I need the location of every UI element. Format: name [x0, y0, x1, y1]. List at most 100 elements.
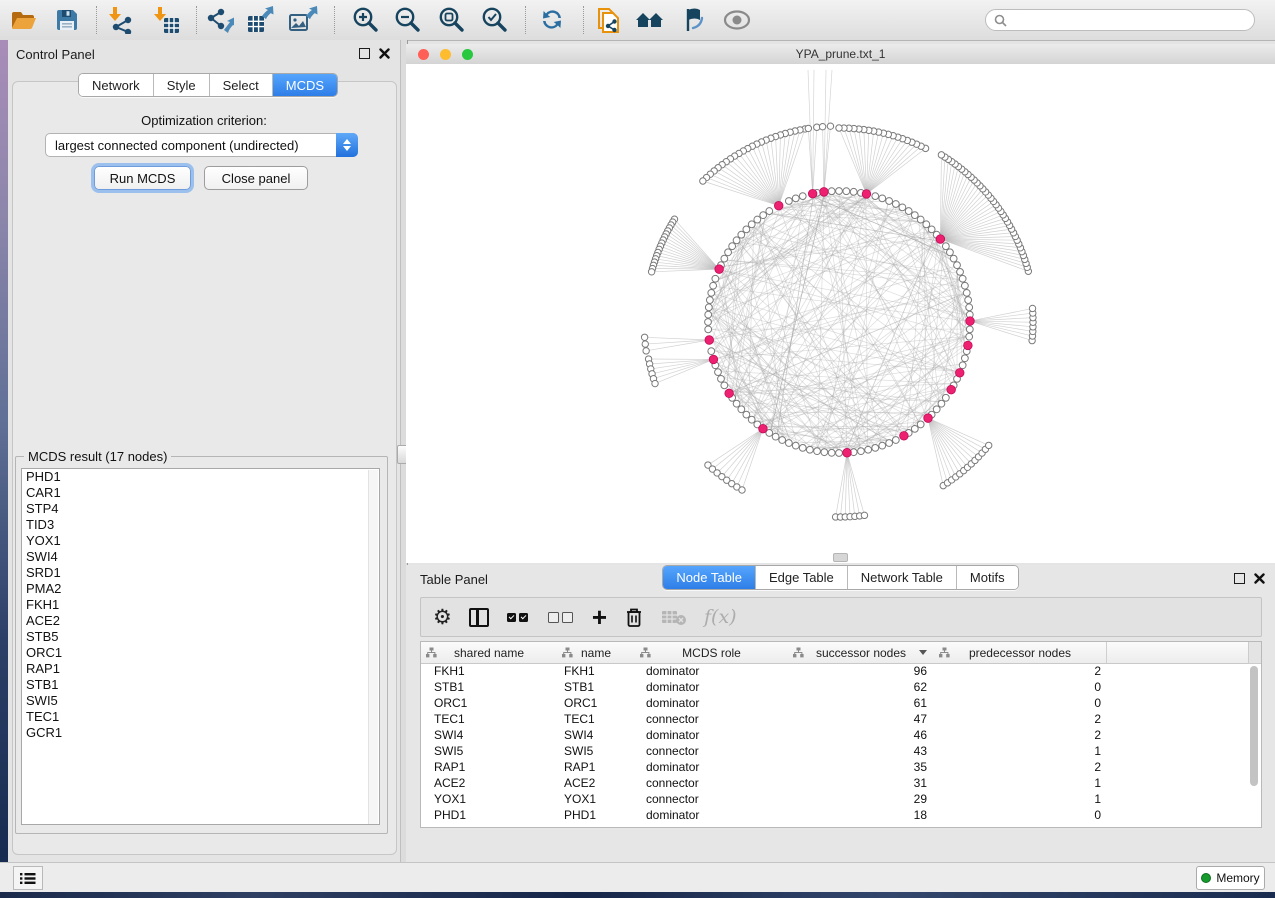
- zoom-fit-icon[interactable]: [436, 5, 466, 35]
- network-node[interactable]: [947, 249, 954, 256]
- close-table-panel-icon[interactable]: [1254, 573, 1265, 584]
- tab-network-table[interactable]: Network Table: [847, 566, 956, 589]
- mcds-node[interactable]: [900, 431, 909, 440]
- close-panel-icon[interactable]: [379, 48, 390, 59]
- network-node[interactable]: [799, 444, 806, 451]
- network-node[interactable]: [705, 326, 712, 333]
- table-row[interactable]: STB1STB1dominator620: [421, 679, 1261, 695]
- network-node[interactable]: [836, 450, 843, 457]
- network-node[interactable]: [938, 152, 944, 158]
- network-node[interactable]: [966, 326, 973, 333]
- network-node[interactable]: [827, 123, 833, 129]
- homes-icon[interactable]: [634, 5, 664, 35]
- mcds-node[interactable]: [862, 190, 871, 199]
- network-node[interactable]: [642, 341, 648, 347]
- column-header-MCDS-role[interactable]: MCDS role: [635, 642, 789, 663]
- network-node[interactable]: [850, 188, 857, 195]
- network-node[interactable]: [959, 275, 966, 282]
- network-node[interactable]: [643, 348, 649, 354]
- network-node[interactable]: [1029, 305, 1035, 311]
- table-settings-icon[interactable]: ⚙: [433, 604, 452, 630]
- float-panel-icon[interactable]: [359, 48, 370, 59]
- mcds-result-item[interactable]: RAP1: [22, 661, 379, 677]
- mcds-node[interactable]: [936, 235, 945, 244]
- network-node[interactable]: [792, 442, 799, 449]
- network-node[interactable]: [923, 221, 930, 228]
- mcds-node[interactable]: [843, 448, 852, 457]
- network-node[interactable]: [911, 212, 918, 219]
- network-node[interactable]: [959, 362, 966, 369]
- mcds-result-item[interactable]: SWI4: [22, 549, 379, 565]
- network-node[interactable]: [861, 512, 867, 518]
- network-window-titlebar[interactable]: YPA_prune.txt_1: [406, 44, 1275, 65]
- network-node[interactable]: [715, 369, 722, 376]
- network-node[interactable]: [738, 231, 745, 238]
- mcds-node[interactable]: [924, 414, 933, 423]
- network-node[interactable]: [652, 380, 658, 386]
- network-node[interactable]: [729, 243, 736, 250]
- network-node[interactable]: [965, 297, 972, 304]
- mcds-node[interactable]: [725, 389, 734, 398]
- mcds-result-item[interactable]: SWI5: [22, 693, 379, 709]
- network-node[interactable]: [938, 400, 945, 407]
- network-node[interactable]: [712, 275, 719, 282]
- mcds-result-item[interactable]: YOX1: [22, 533, 379, 549]
- network-node[interactable]: [917, 421, 924, 428]
- network-node[interactable]: [779, 437, 786, 444]
- memory-button[interactable]: Memory: [1196, 866, 1265, 890]
- table-row[interactable]: SWI5SWI5connector431: [421, 743, 1261, 759]
- delete-column-icon[interactable]: [624, 604, 644, 630]
- network-node[interactable]: [892, 201, 899, 208]
- open-file-icon[interactable]: [9, 5, 39, 35]
- add-column-icon[interactable]: +: [592, 604, 607, 630]
- network-node[interactable]: [743, 226, 750, 233]
- table-row[interactable]: ACE2ACE2connector311: [421, 775, 1261, 791]
- refresh-view-icon[interactable]: [538, 5, 568, 35]
- mcds-result-item[interactable]: CAR1: [22, 485, 379, 501]
- network-node[interactable]: [954, 262, 961, 269]
- network-canvas[interactable]: [406, 64, 1275, 563]
- network-node[interactable]: [886, 198, 893, 205]
- mcds-result-item[interactable]: ORC1: [22, 645, 379, 661]
- deselect-all-icon[interactable]: [547, 604, 575, 630]
- mcds-node[interactable]: [955, 368, 964, 377]
- network-node[interactable]: [879, 195, 886, 202]
- mcds-node[interactable]: [966, 317, 975, 326]
- network-node[interactable]: [843, 188, 850, 195]
- network-node[interactable]: [785, 440, 792, 447]
- network-node[interactable]: [766, 208, 773, 215]
- network-node[interactable]: [961, 282, 968, 289]
- network-node[interactable]: [733, 400, 740, 407]
- network-node[interactable]: [710, 282, 717, 289]
- zoom-selected-icon[interactable]: [479, 5, 509, 35]
- network-node[interactable]: [917, 216, 924, 223]
- network-node[interactable]: [733, 237, 740, 244]
- network-node[interactable]: [806, 446, 813, 453]
- close-panel-button[interactable]: Close panel: [204, 166, 308, 190]
- criterion-dropdown[interactable]: largest connected component (undirected): [45, 133, 358, 157]
- export-table-icon[interactable]: [246, 5, 276, 35]
- network-node[interactable]: [785, 198, 792, 205]
- tab-style[interactable]: Style: [153, 74, 209, 96]
- mcds-node[interactable]: [964, 341, 973, 350]
- zoom-out-icon[interactable]: [392, 5, 422, 35]
- horizontal-splitter-handle[interactable]: [833, 553, 848, 562]
- export-network-icon[interactable]: [204, 5, 234, 35]
- network-node[interactable]: [836, 188, 843, 195]
- tab-edge-table[interactable]: Edge Table: [755, 566, 847, 589]
- network-node[interactable]: [725, 249, 732, 256]
- network-node[interactable]: [648, 269, 654, 275]
- mcds-result-item[interactable]: TID3: [22, 517, 379, 533]
- network-node[interactable]: [928, 226, 935, 233]
- task-history-button[interactable]: [13, 866, 43, 890]
- network-node[interactable]: [760, 212, 767, 219]
- network-node[interactable]: [706, 297, 713, 304]
- mcds-node[interactable]: [715, 265, 724, 274]
- mcds-node[interactable]: [820, 188, 829, 197]
- network-node[interactable]: [872, 444, 879, 451]
- network-node[interactable]: [805, 125, 811, 131]
- zoom-in-icon[interactable]: [350, 5, 380, 35]
- network-node[interactable]: [858, 448, 865, 455]
- network-node[interactable]: [814, 448, 821, 455]
- network-node[interactable]: [836, 125, 842, 131]
